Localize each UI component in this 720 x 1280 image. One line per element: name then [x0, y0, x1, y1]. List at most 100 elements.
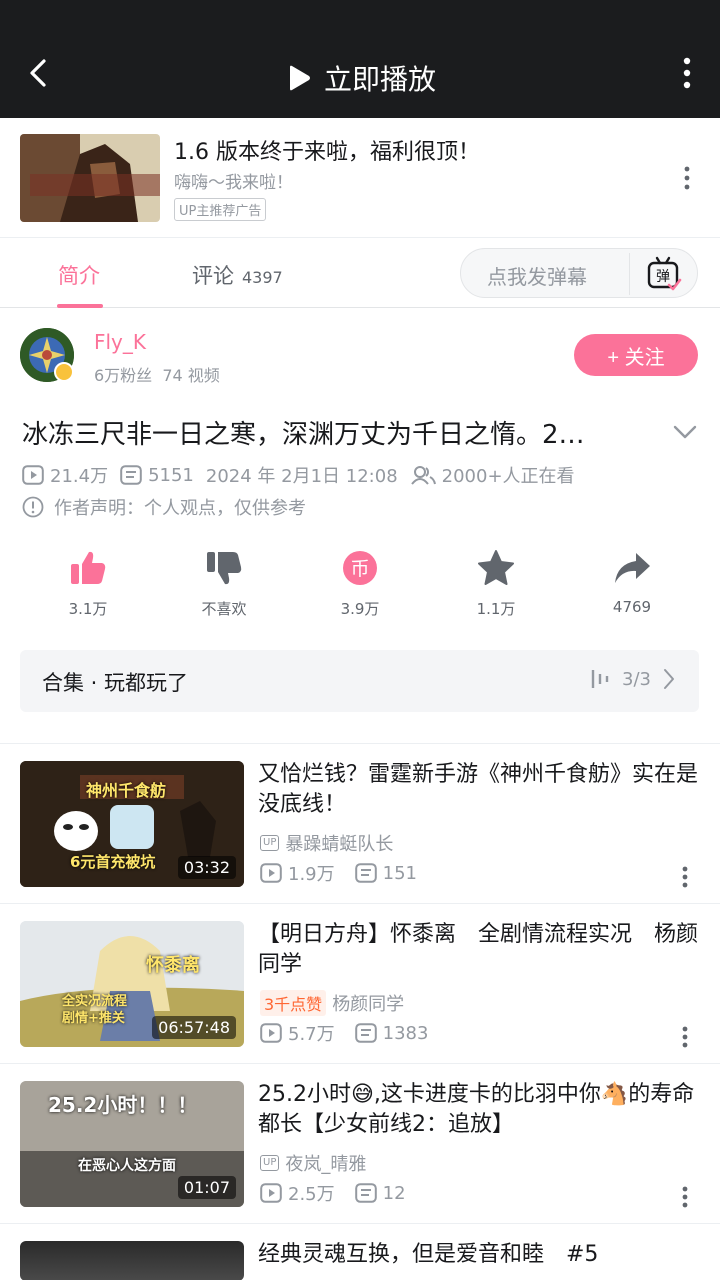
back-arrow-icon[interactable]: [22, 56, 56, 90]
tab-active-indicator: [57, 304, 103, 308]
video-duration: 01:07: [177, 1176, 236, 1199]
author-stats: 6万粉丝 74 视频: [94, 362, 220, 386]
danmaku-count: 1383: [382, 1022, 429, 1044]
uploader-line: UP 暴躁蜻蜓队长: [260, 830, 393, 856]
uploader-line: 3千点赞 杨颜同学: [260, 990, 404, 1016]
chevron-right-icon: [664, 669, 674, 689]
danmu-placeholder: 点我发弹幕: [487, 265, 587, 289]
thumbs-down-icon: [207, 552, 242, 585]
coin-button[interactable]: 币 3.9万: [300, 548, 420, 619]
play-count-icon: [22, 465, 44, 485]
author-statement: 作者声明：个人观点，仅供参考: [22, 494, 306, 520]
share-arrow-icon: [615, 553, 650, 583]
thumbs-up-icon: [71, 551, 106, 584]
danmu-input[interactable]: 点我发弹幕 弹: [460, 248, 698, 298]
danmu-icon-text: 弹: [656, 269, 670, 285]
video-thumbnail: [20, 1241, 244, 1280]
video-title: 25.2小时😅,这卡进度卡的比羽中你🐴的寿命都长【少女前线2：追放】: [258, 1082, 695, 1137]
video-stats: 1.9万 151: [260, 860, 437, 886]
video-thumbnail: 25.2小时！！！ 在恶心人这方面 01:07: [20, 1081, 244, 1207]
thumb-text-bottom: 6元首充被坑: [70, 853, 156, 871]
more-vertical-icon[interactable]: [682, 56, 692, 90]
like-button[interactable]: 3.1万: [28, 548, 148, 619]
ad-title: 1.6 版本终于来啦，福利很顶！: [174, 140, 480, 165]
uploader-name: 暴躁蜻蜓队长: [285, 834, 394, 855]
tab-comments-label: 评论: [192, 264, 234, 288]
chevron-down-icon[interactable]: [672, 422, 698, 442]
danmu-divider: [629, 253, 630, 295]
video-title: 冰冻三尺非一日之寒，深渊万丈为千日之惰。2…: [22, 420, 585, 450]
star-icon: [478, 550, 514, 585]
video-thumbnail: 神州千食舫 6元首充被坑 03:32: [20, 761, 244, 887]
danmaku-count-icon: [354, 1023, 377, 1043]
share-button[interactable]: 4769: [572, 548, 692, 616]
ad-row[interactable]: 1.6 版本终于来啦，福利很顶！ 嗨嗨～我来啦！ UP主推荐广告: [0, 118, 720, 238]
up-badge-icon: UP: [260, 1155, 280, 1171]
ad-thumbnail: [20, 134, 160, 222]
video-stats: 2.5万 12: [260, 1180, 426, 1206]
list-item[interactable]: 怀黍离 全实况流程 剧情+推关 06:57:48 【明日方舟】怀黍离 全剧情流程…: [0, 904, 720, 1064]
viewers-icon: [410, 466, 436, 485]
collection-list-icon: [591, 670, 609, 688]
collection-progress: 3/3: [590, 668, 675, 690]
view-count: 21.4万: [50, 466, 109, 487]
likes-badge: 3千点赞: [260, 990, 327, 1016]
video-duration: 03:32: [177, 856, 236, 879]
dislike-label: 不喜欢: [201, 600, 247, 618]
collection-bar[interactable]: 合集 · 玩都玩了 3/3: [20, 650, 699, 712]
video-stats: 5.7万 1383: [260, 1020, 448, 1046]
video-title: 又恰烂钱？雷霆新手游《神州千食舫》实在是没底线！: [258, 762, 699, 817]
more-vertical-icon[interactable]: [682, 866, 688, 888]
video-title: 经典灵魂互换，但是爱音和睦 #5: [258, 1242, 599, 1267]
dislike-button[interactable]: 不喜欢: [164, 548, 284, 619]
tab-intro[interactable]: 简介: [58, 260, 100, 290]
favorite-count: 1.1万: [476, 600, 516, 618]
ad-more-icon[interactable]: [684, 166, 690, 190]
share-count: 4769: [612, 598, 652, 616]
author-name[interactable]: Fly_K: [94, 330, 146, 354]
danmaku-count-icon: [354, 863, 377, 883]
verified-badge-icon: [54, 362, 74, 382]
danmaku-count: 12: [382, 1182, 406, 1204]
follow-button[interactable]: + 关注: [574, 334, 698, 376]
watching-count: 2000+人正在看: [441, 466, 575, 487]
danmaku-count: 5151: [148, 464, 194, 486]
danmaku-count: 151: [382, 862, 417, 884]
statement-text: 作者声明：个人观点，仅供参考: [54, 498, 306, 519]
play-now-label: 立即播放: [324, 63, 437, 96]
danmaku-count-icon: [120, 465, 142, 485]
thumb-text-top: 怀黍离: [146, 955, 200, 976]
view-count: 2.5万: [288, 1184, 335, 1205]
thumb-text-bottom: 在恶心人这方面: [78, 1158, 176, 1174]
collection-progress-text: 3/3: [622, 668, 651, 690]
list-item[interactable]: 经典灵魂互换，但是爱音和睦 #5: [0, 1224, 720, 1280]
play-now-button[interactable]: 立即播放: [286, 58, 436, 98]
video-thumbnail: 怀黍离 全实况流程 剧情+推关 06:57:48: [20, 921, 244, 1047]
uploader-line: UP 夜岚_晴雅: [260, 1150, 366, 1176]
danmaku-count-icon: [354, 1183, 377, 1203]
author-videos: 74 视频: [162, 366, 220, 385]
tab-comments[interactable]: 评论 4397: [192, 260, 283, 290]
up-badge-icon: UP: [260, 835, 280, 851]
collection-title: 合集 · 玩都玩了: [42, 671, 189, 695]
view-count: 5.7万: [288, 1024, 335, 1045]
list-item[interactable]: 25.2小时！！！ 在恶心人这方面 01:07 25.2小时😅,这卡进度卡的比羽…: [0, 1064, 720, 1224]
more-vertical-icon[interactable]: [682, 1026, 688, 1048]
like-count: 3.1万: [68, 600, 108, 618]
coin-count: 3.9万: [340, 600, 380, 618]
author-row: Fly_K 6万粉丝 74 视频 + 关注: [0, 320, 720, 390]
play-count-icon: [260, 863, 282, 883]
tab-bar: 简介 评论 4397 点我发弹幕 弹: [0, 238, 720, 308]
danmu-toggle-icon[interactable]: 弹: [645, 255, 683, 293]
play-icon: [290, 65, 310, 91]
list-item[interactable]: 神州千食舫 6元首充被坑 03:32 又恰烂钱？雷霆新手游《神州千食舫》实在是没…: [0, 744, 720, 904]
thumb-text-top: 25.2小时！！！: [48, 1093, 198, 1117]
favorite-button[interactable]: 1.1万: [436, 548, 556, 619]
video-stats: 21.4万 5151 2024 年 2月1日 12:08 2000+人正在看: [22, 462, 587, 488]
ad-tag: UP主推荐广告: [174, 198, 267, 221]
comment-count: 4397: [242, 268, 283, 287]
thumb-text-bottom: 全实况流程 剧情+推关: [62, 994, 128, 1026]
video-title: 【明日方舟】怀黍离 全剧情流程实况 杨颜同学: [258, 922, 699, 977]
coin-icon: 币: [343, 551, 377, 585]
more-vertical-icon[interactable]: [682, 1186, 688, 1208]
